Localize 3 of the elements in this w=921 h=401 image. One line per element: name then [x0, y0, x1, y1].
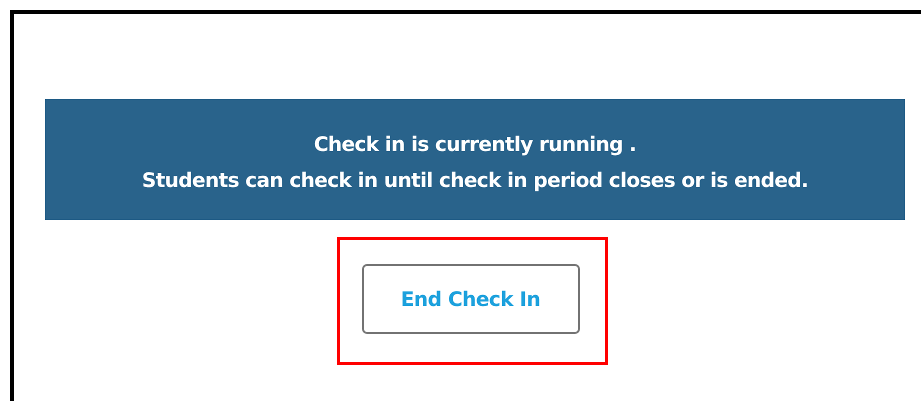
banner-text: Check in is currently running .	[314, 130, 636, 156]
end-check-in-button[interactable]: End Check In	[362, 264, 580, 334]
banner-text: Students can check in until check in period closes or is ended.	[142, 166, 808, 192]
